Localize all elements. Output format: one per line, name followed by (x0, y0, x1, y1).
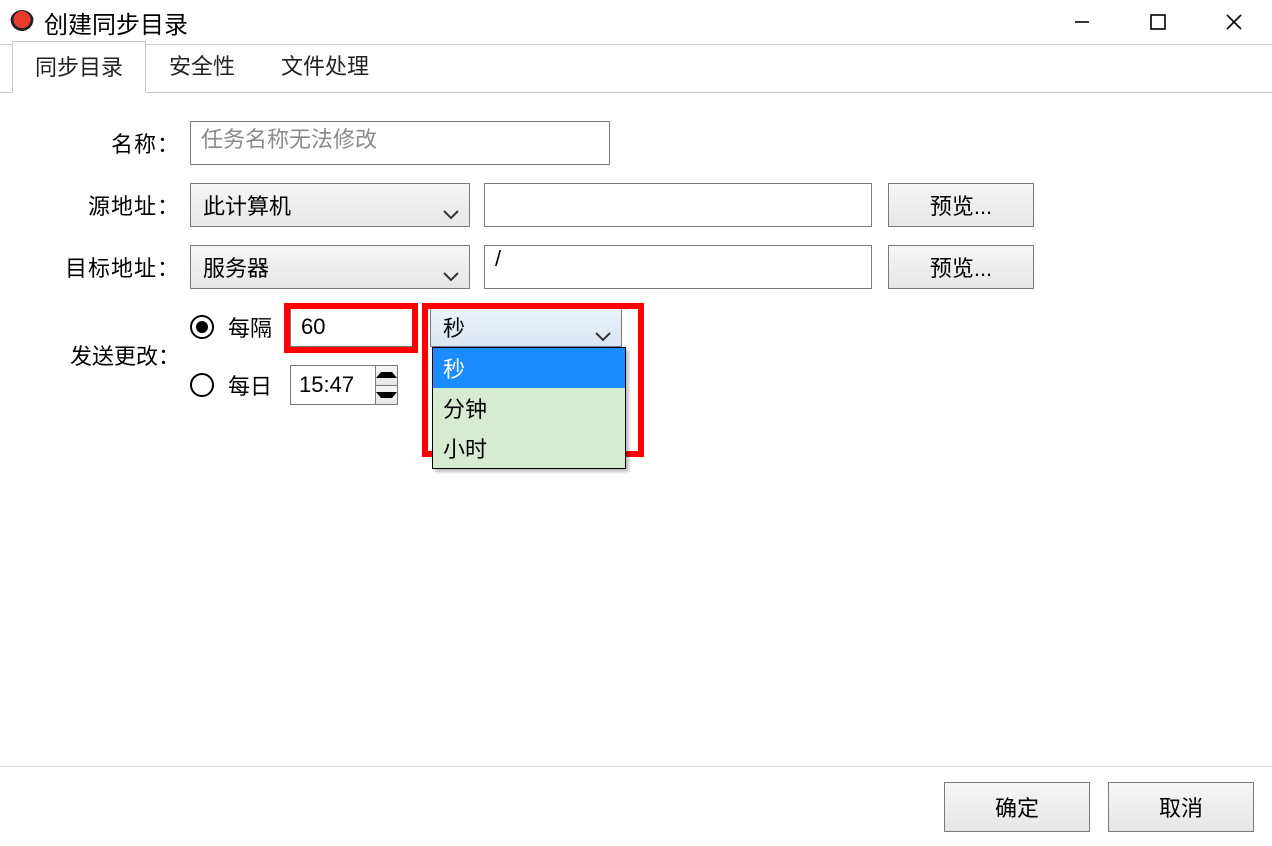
target-combo[interactable]: 服务器 (190, 245, 470, 289)
interval-unit-dropdown-list: 秒 分钟 小时 (432, 347, 626, 469)
daily-radio-label: 每日 (228, 369, 276, 401)
source-browse-button[interactable]: 预览... (888, 183, 1034, 227)
interval-unit-combo[interactable]: 秒 (430, 307, 622, 347)
target-combo-value: 服务器 (203, 251, 269, 283)
unit-option-hours[interactable]: 小时 (433, 428, 625, 468)
interval-radio[interactable] (190, 315, 214, 339)
daily-time-value: 15:47 (291, 366, 375, 404)
tab-sync-dir[interactable]: 同步目录 (12, 41, 146, 93)
name-input[interactable]: 任务名称无法修改 (190, 121, 610, 165)
tab-security[interactable]: 安全性 (146, 40, 258, 92)
close-button[interactable] (1196, 0, 1272, 44)
unit-option-minutes[interactable]: 分钟 (433, 388, 625, 428)
window-title: 创建同步目录 (44, 5, 188, 40)
dialog-footer: 确定 取消 (0, 766, 1272, 846)
source-combo[interactable]: 此计算机 (190, 183, 470, 227)
time-spin-up[interactable] (376, 366, 397, 385)
name-label: 名称： (20, 127, 190, 159)
time-spin-down[interactable] (376, 385, 397, 405)
title-bar: 创建同步目录 (0, 0, 1272, 44)
cancel-button[interactable]: 取消 (1108, 782, 1254, 832)
ok-button[interactable]: 确定 (944, 782, 1090, 832)
tab-file-handle[interactable]: 文件处理 (258, 40, 392, 92)
interval-unit-value: 秒 (443, 311, 465, 343)
tab-bar: 同步目录 安全性 文件处理 (0, 45, 1272, 93)
minimize-button[interactable] (1044, 0, 1120, 44)
target-path-input[interactable]: / (484, 245, 872, 289)
unit-option-seconds[interactable]: 秒 (433, 348, 625, 388)
interval-value-input[interactable]: 60 (290, 307, 416, 347)
daily-radio[interactable] (190, 373, 214, 397)
chevron-down-icon (595, 322, 611, 332)
chevron-down-icon (443, 262, 459, 272)
form-body: 名称： 任务名称无法修改 源地址： 此计算机 预览... 目标地址： 服务器 /… (0, 93, 1272, 766)
source-path-input[interactable] (484, 183, 872, 227)
source-combo-value: 此计算机 (203, 189, 291, 221)
source-label: 源地址： (20, 189, 190, 221)
target-browse-button[interactable]: 预览... (888, 245, 1034, 289)
target-label: 目标地址： (20, 251, 190, 283)
schedule-label: 发送更改： (20, 307, 190, 371)
daily-time-spinner[interactable]: 15:47 (290, 365, 398, 405)
chevron-down-icon (443, 200, 459, 210)
app-icon (10, 10, 34, 34)
maximize-button[interactable] (1120, 0, 1196, 44)
interval-radio-label: 每隔 (228, 311, 276, 343)
